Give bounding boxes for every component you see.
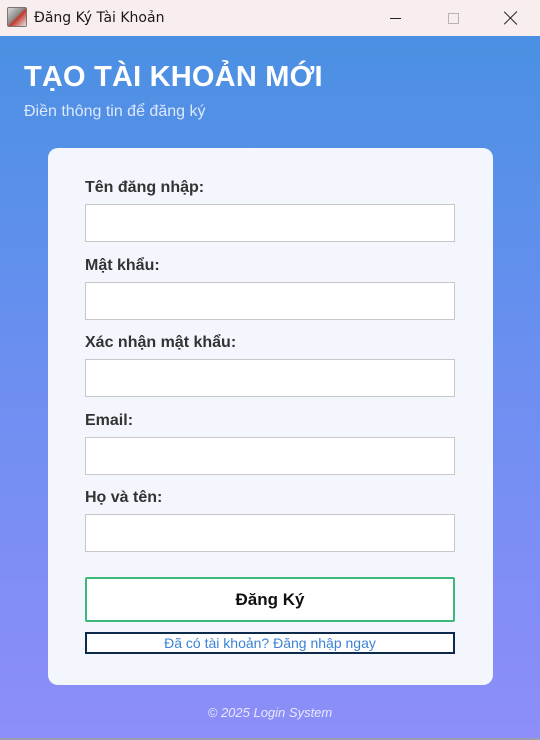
fullname-input[interactable] <box>85 514 455 552</box>
page-title: TẠO TÀI KHOẢN MỚI <box>24 61 323 93</box>
app-icon <box>7 7 27 27</box>
minimize-button[interactable] <box>366 0 424 36</box>
registration-form: Tên đăng nhập: Mật khẩu: Xác nhận mật kh… <box>48 148 493 685</box>
registration-panel: TẠO TÀI KHOẢN MỚI Điền thông tin để đăng… <box>0 36 540 738</box>
close-button[interactable] <box>482 0 540 36</box>
username-input[interactable] <box>85 204 455 242</box>
page-subtitle: Điền thông tin để đăng ký <box>24 103 206 120</box>
maximize-icon <box>447 12 459 24</box>
close-icon <box>504 11 518 25</box>
register-button[interactable]: Đăng Ký <box>85 577 455 622</box>
title-bar: Đăng Ký Tài Khoản <box>0 0 540 36</box>
password-input[interactable] <box>85 282 455 320</box>
email-label: Email: <box>85 412 134 429</box>
confirm-password-label: Xác nhận mật khẩu: <box>85 334 237 351</box>
password-label: Mật khẩu: <box>85 257 160 274</box>
maximize-button[interactable] <box>424 0 482 36</box>
fullname-label: Họ và tên: <box>85 489 163 506</box>
footer-copyright: © 2025 Login System <box>207 705 333 720</box>
username-label: Tên đăng nhập: <box>85 179 205 196</box>
confirm-password-input[interactable] <box>85 359 455 397</box>
window-title: Đăng Ký Tài Khoản <box>34 10 165 26</box>
minimize-icon <box>389 17 401 19</box>
email-input[interactable] <box>85 437 455 475</box>
login-link[interactable]: Đã có tài khoản? Đăng nhập ngay <box>85 632 455 654</box>
